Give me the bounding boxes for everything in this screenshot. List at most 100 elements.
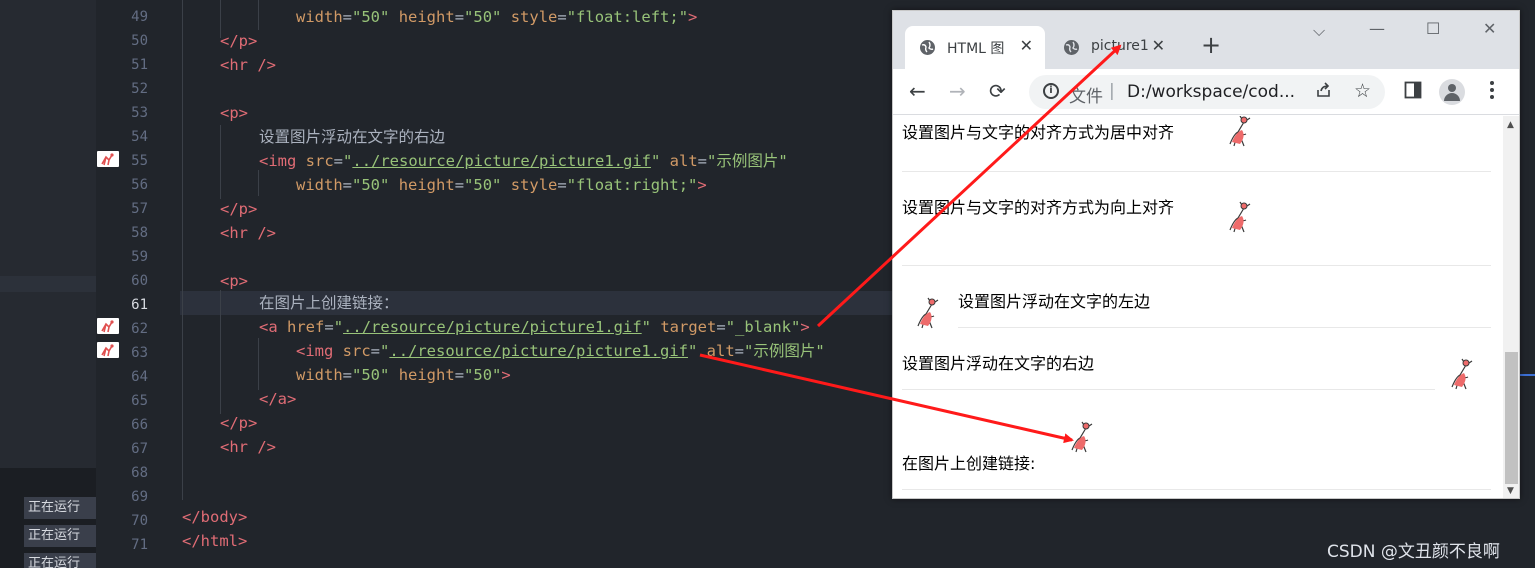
code-line-51[interactable]: <hr />	[182, 53, 276, 77]
page-text-link: 在图片上创建链接:	[902, 454, 1036, 473]
page-viewport[interactable]: 设置图片与文字的对齐方式为居中对齐 设置图片与文字的对齐方式为向上对齐 设置图片…	[893, 116, 1503, 498]
image-preview-icon[interactable]	[97, 151, 119, 167]
line-number: 54	[131, 129, 148, 145]
editor-edge-marker	[1520, 374, 1535, 376]
page-text-center-align: 设置图片与文字的对齐方式为居中对齐	[902, 123, 1175, 142]
running-badge[interactable]: 正在运行	[24, 497, 96, 519]
close-icon[interactable]: ✕	[1152, 36, 1165, 55]
maximize-button[interactable]: ☐	[1426, 19, 1440, 38]
scrollbar-thumb[interactable]	[1505, 352, 1518, 484]
page-hr	[902, 489, 1491, 490]
line-number: 71	[131, 537, 148, 553]
code-line-64[interactable]: width="50" height="50">	[182, 363, 511, 387]
profile-avatar[interactable]	[1439, 79, 1465, 105]
code-line-58[interactable]: <hr />	[182, 221, 276, 245]
scroll-down-icon[interactable]: ▼	[1507, 486, 1514, 496]
close-icon[interactable]: ✕	[1020, 36, 1033, 55]
code-line-55[interactable]: <img src="../resource/picture/picture1.g…	[182, 149, 788, 173]
info-icon[interactable]: i	[1043, 83, 1059, 99]
line-number: 56	[131, 177, 148, 193]
window-close-button[interactable]: ✕	[1483, 19, 1496, 38]
line-number: 64	[131, 369, 148, 385]
scheme-label: 文件	[1069, 87, 1103, 107]
page-text-float-right: 设置图片浮动在文字的右边	[902, 354, 1095, 373]
watermark: CSDN @文丑颜不良啊	[1327, 542, 1500, 562]
code-line-62[interactable]: <a href="../resource/picture/picture1.gi…	[182, 315, 810, 339]
running-badge[interactable]: 正在运行	[24, 525, 96, 547]
line-number: 69	[131, 489, 148, 505]
line-number: 65	[131, 393, 148, 409]
address-bar[interactable]: i 文件 | D:/workspace/cod... ☆	[1029, 75, 1385, 109]
code-line-50[interactable]: </p>	[182, 29, 257, 53]
line-number: 58	[131, 225, 148, 241]
line-number: 50	[131, 33, 148, 49]
page-hr	[958, 327, 1491, 328]
page-text-top-align: 设置图片与文字的对齐方式为向上对齐	[902, 198, 1175, 217]
code-line-71[interactable]: </html>	[182, 529, 247, 553]
browser-titlebar: HTML 图 ✕ picture1 ✕ + ⌵ — ☐ ✕	[893, 11, 1519, 69]
globe-icon	[919, 39, 936, 60]
browser-toolbar: ← → ⟳ i 文件 | D:/workspace/cod... ☆	[893, 69, 1519, 115]
code-line-60[interactable]: <p>	[182, 269, 248, 293]
share-icon[interactable]	[1315, 81, 1333, 104]
page-scrollbar[interactable]: ▲ ▼	[1503, 116, 1519, 498]
line-number: 66	[131, 417, 148, 433]
address-separator: |	[1109, 81, 1115, 101]
code-line-67[interactable]: <hr />	[182, 435, 276, 459]
tab-title: picture1	[1091, 38, 1149, 54]
status-panel-block	[0, 0, 96, 276]
linked-picture[interactable]	[1064, 416, 1100, 456]
line-number: 70	[131, 513, 148, 529]
status-panel-strip	[0, 276, 96, 292]
line-number: 68	[131, 465, 148, 481]
bookmark-star-icon[interactable]: ☆	[1354, 80, 1371, 102]
url-text[interactable]: D:/workspace/cod...	[1127, 82, 1295, 102]
page-hr	[902, 171, 1491, 172]
running-badge[interactable]: 正在运行	[24, 553, 96, 568]
browser-window[interactable]: HTML 图 ✕ picture1 ✕ + ⌵ — ☐ ✕ ← → ⟳ i 文件…	[892, 10, 1520, 499]
reload-button[interactable]: ⟳	[989, 79, 1006, 103]
code-line-53[interactable]: <p>	[182, 101, 248, 125]
globe-icon	[1063, 39, 1080, 60]
code-line-66[interactable]: </p>	[182, 411, 257, 435]
menu-icon[interactable]	[1489, 79, 1495, 105]
forward-button[interactable]: →	[949, 79, 966, 103]
new-tab-button[interactable]: +	[1201, 33, 1221, 57]
code-line-49[interactable]: width="50" height="50" style="float:left…	[182, 5, 697, 29]
minimize-button[interactable]: —	[1369, 19, 1385, 38]
image-preview-icon[interactable]	[97, 342, 119, 358]
code-line-65[interactable]: </a>	[182, 387, 296, 411]
back-button[interactable]: ←	[909, 79, 926, 103]
line-number: 49	[131, 9, 148, 25]
line-number: 61	[131, 297, 148, 313]
status-panel: 正在运行 正在运行 正在运行	[0, 0, 96, 568]
line-number: 57	[131, 201, 148, 217]
status-panel-block	[0, 292, 96, 468]
line-number: 51	[131, 57, 148, 73]
line-number: 67	[131, 441, 148, 457]
sample-picture	[1222, 116, 1258, 150]
sample-picture	[1222, 196, 1258, 236]
side-panel-icon[interactable]	[1403, 80, 1423, 104]
code-line-70[interactable]: </body>	[182, 505, 247, 529]
line-number: 60	[131, 273, 148, 289]
scroll-up-icon[interactable]: ▲	[1507, 120, 1514, 130]
tab-search-icon[interactable]: ⌵	[1313, 21, 1325, 41]
sample-picture	[910, 292, 946, 332]
line-number: 52	[131, 81, 148, 97]
tab-title: HTML 图	[947, 41, 1005, 57]
tab-picture[interactable]: picture1 ✕	[1049, 26, 1177, 69]
tab-html[interactable]: HTML 图 ✕	[905, 26, 1045, 69]
sample-picture	[1444, 353, 1480, 393]
image-preview-icon[interactable]	[97, 318, 119, 334]
page-hr	[902, 389, 1435, 390]
page-text-float-left: 设置图片浮动在文字的左边	[958, 292, 1151, 311]
code-line-54[interactable]: 设置图片浮动在文字的右边	[182, 125, 445, 149]
code-line-61[interactable]: 在图片上创建链接：	[182, 291, 399, 315]
code-line-56[interactable]: width="50" height="50" style="float:righ…	[182, 173, 707, 197]
line-number: 59	[131, 249, 148, 265]
code-line-63[interactable]: <img src="../resource/picture/picture1.g…	[182, 339, 825, 363]
line-number: 53	[131, 105, 148, 121]
code-line-57[interactable]: </p>	[182, 197, 257, 221]
page-hr	[902, 265, 1491, 266]
